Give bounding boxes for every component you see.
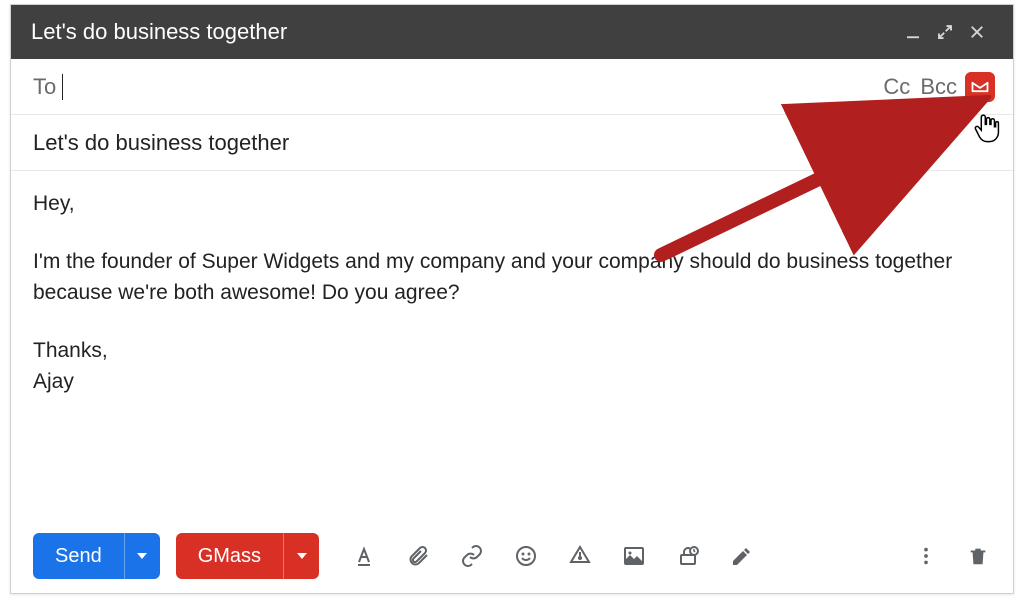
minimize-icon[interactable] [897,16,929,48]
attach-icon[interactable] [405,543,431,569]
close-icon[interactable] [961,16,993,48]
discard-icon[interactable] [965,543,991,569]
send-button-group: Send [33,533,160,579]
fullscreen-icon[interactable] [929,16,961,48]
send-dropdown[interactable] [124,533,160,579]
link-icon[interactable] [459,543,485,569]
to-label: To [33,74,56,100]
compose-toolbar: Send GMass [11,519,1013,593]
subject-row[interactable]: Let's do business together [11,115,1013,171]
body-signature: Ajay [33,367,991,397]
compose-right-tools [913,543,991,569]
titlebar: Let's do business together [11,5,1013,59]
compose-window: Let's do business together To Cc Bcc Let… [10,4,1014,594]
bcc-button[interactable]: Bcc [920,74,957,100]
more-options-icon[interactable] [913,543,939,569]
gmass-button-group: GMass [176,533,319,579]
drive-icon[interactable] [567,543,593,569]
formatting-tools [351,543,755,569]
body-greeting: Hey, [33,189,991,219]
signature-icon[interactable] [729,543,755,569]
confidential-icon[interactable] [675,543,701,569]
subject-text: Let's do business together [33,130,289,156]
window-title: Let's do business together [31,19,897,45]
gmass-dropdown[interactable] [283,533,319,579]
email-body[interactable]: Hey, I'm the founder of Super Widgets an… [11,171,1013,519]
to-input[interactable] [63,70,873,104]
image-icon[interactable] [621,543,647,569]
recipients-row: To Cc Bcc [11,59,1013,115]
cc-button[interactable]: Cc [883,74,910,100]
emoji-icon[interactable] [513,543,539,569]
gmass-button[interactable]: GMass [176,533,283,579]
text-format-icon[interactable] [351,543,377,569]
body-paragraph: I'm the founder of Super Widgets and my … [33,247,991,308]
body-closing: Thanks, [33,336,991,366]
send-button[interactable]: Send [33,533,124,579]
gmass-extension-icon[interactable] [965,72,995,102]
